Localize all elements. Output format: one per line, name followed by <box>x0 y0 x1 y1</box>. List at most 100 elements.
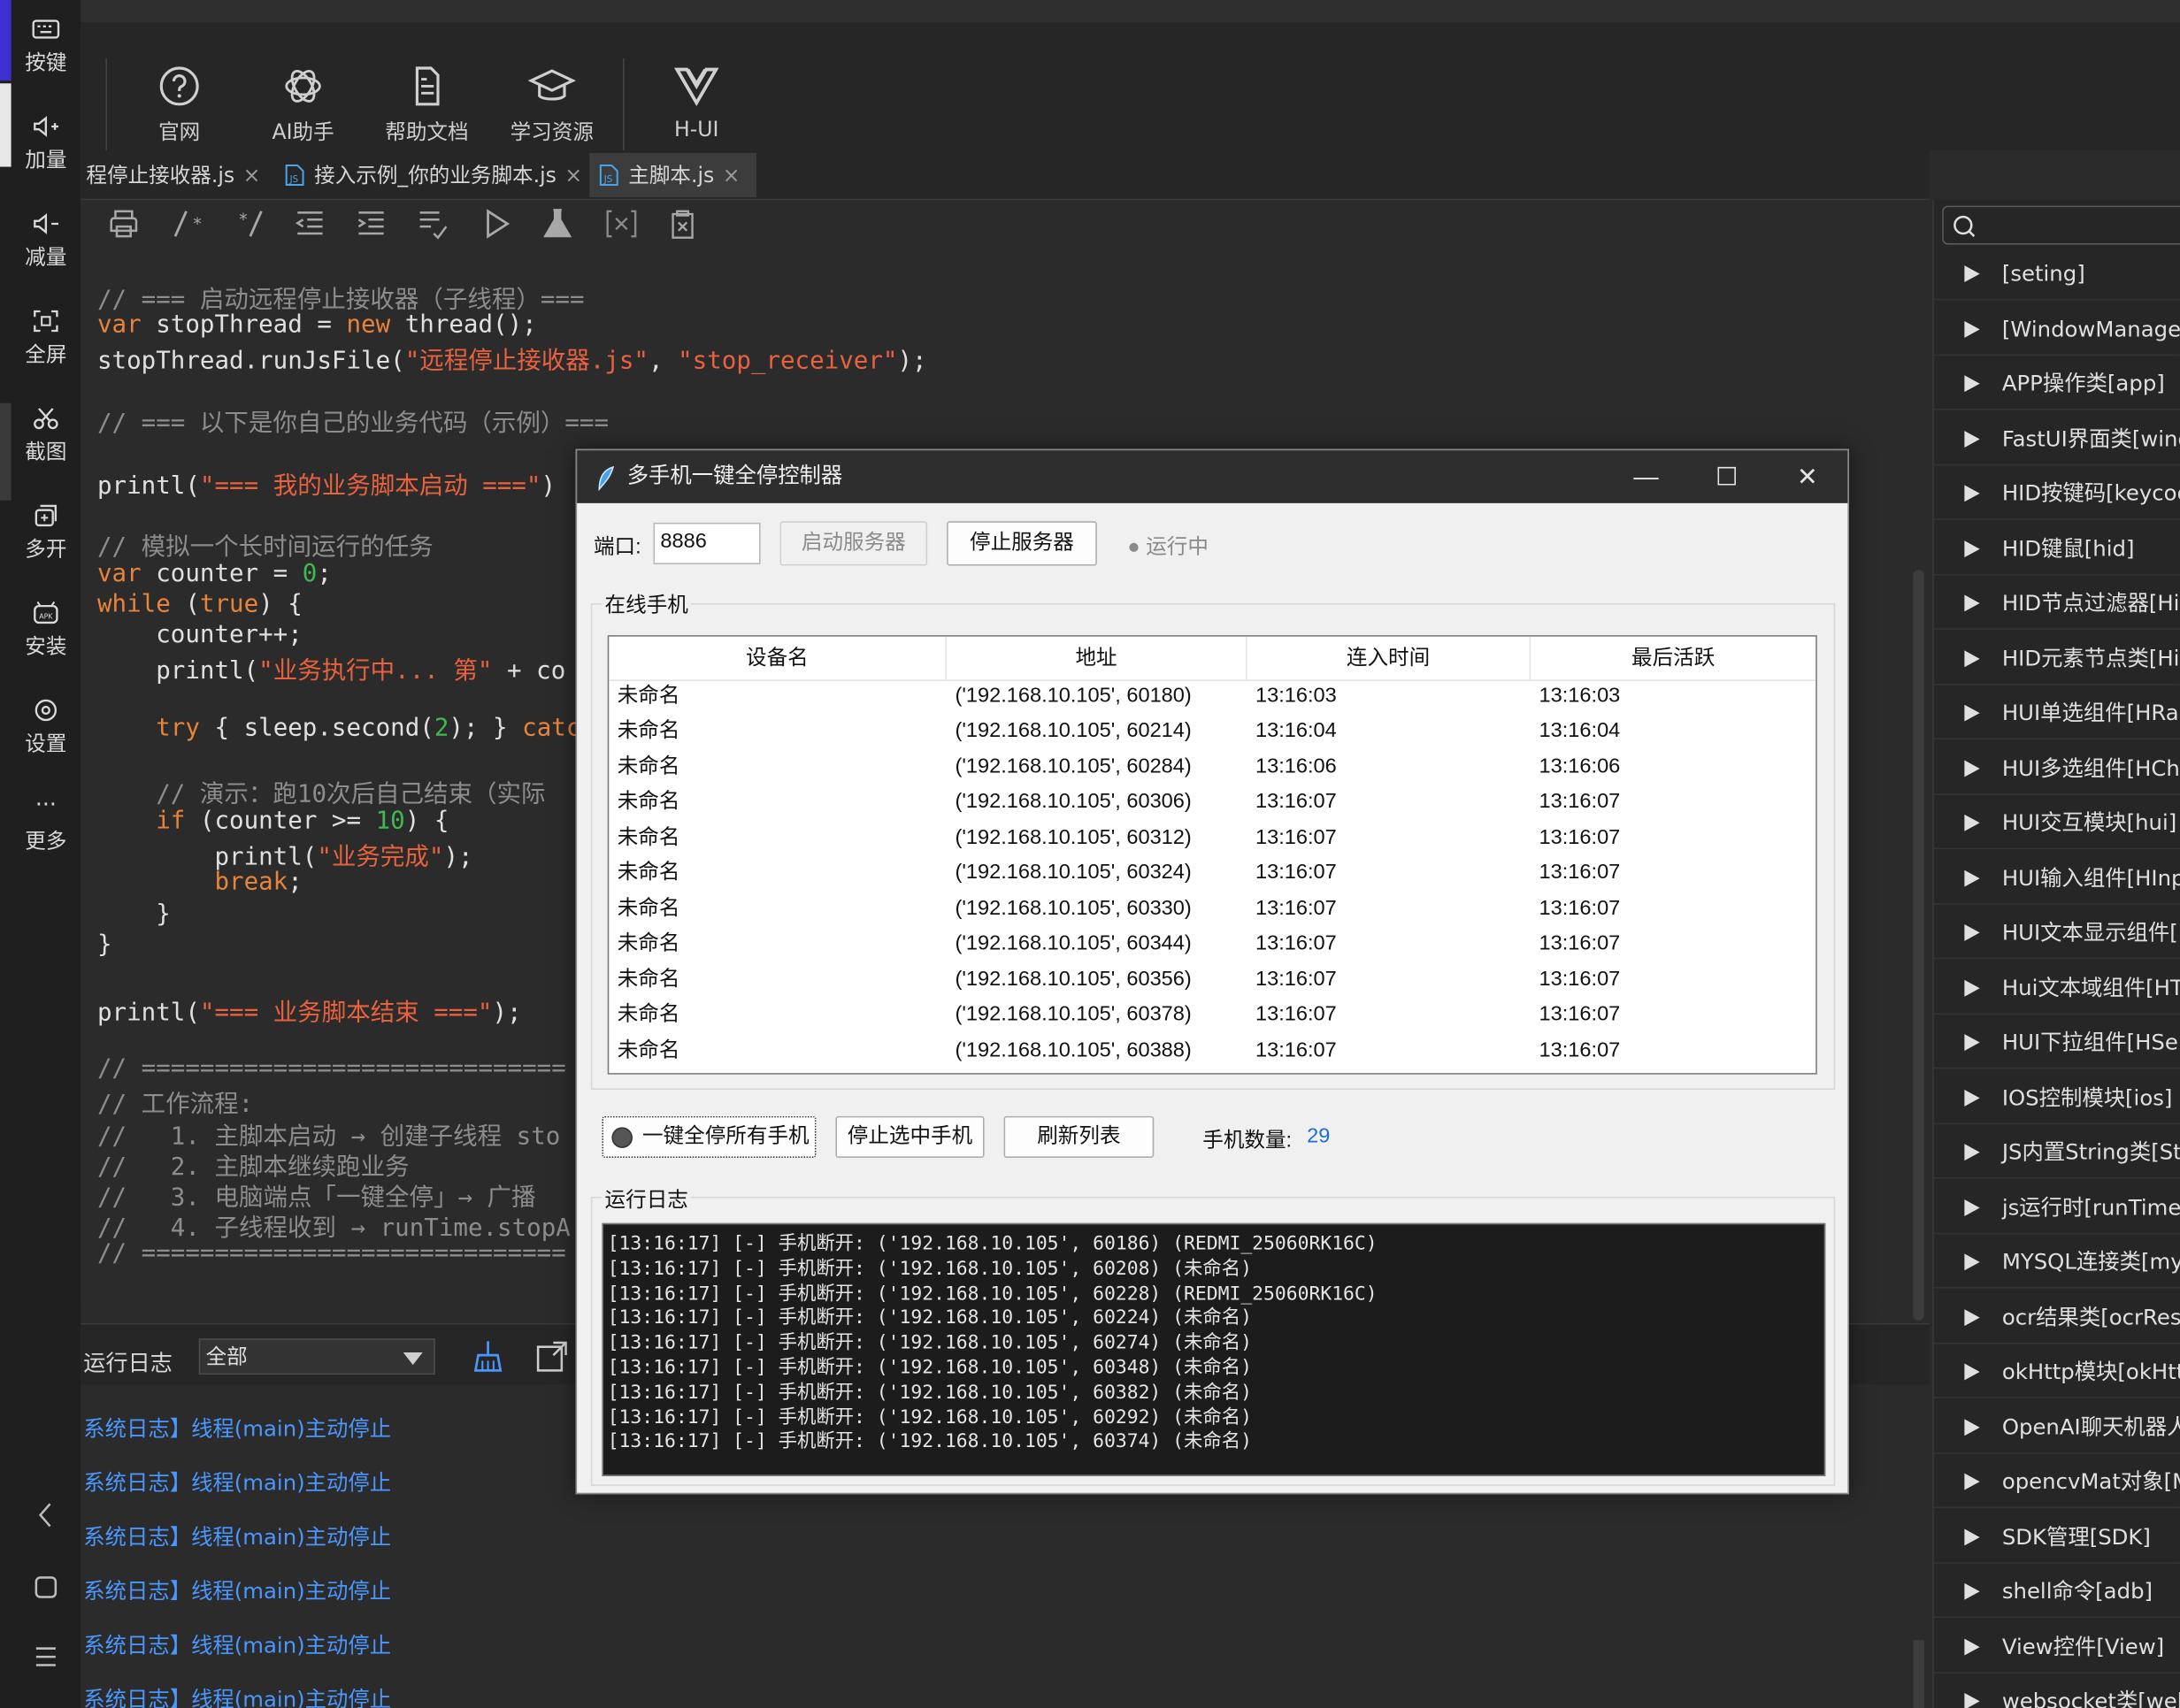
api-tree-item-label: Hui文本域组件[HTe <box>2001 975 2180 1000</box>
expand-triangle-icon <box>1964 759 1980 777</box>
flask-icon[interactable] <box>540 206 576 242</box>
help-docs-button[interactable]: 帮助文档 <box>381 64 473 146</box>
api-tree-item[interactable]: HUI输入组件[HInp <box>1933 851 2180 905</box>
ai-assistant-button[interactable]: AI助手 <box>265 64 342 146</box>
column-header[interactable]: 连入时间 <box>1247 636 1531 681</box>
api-tree-item[interactable]: View控件[View] <box>1933 1620 2180 1674</box>
rail-screenshot-button[interactable]: 截图 <box>12 406 81 492</box>
api-tree-item-label: websocket类[web <box>2001 1689 2180 1708</box>
api-tree-item[interactable]: HUI下拉组件[HSele <box>1933 1016 2180 1069</box>
rail-multi-open-button[interactable]: 多开 <box>12 503 81 589</box>
start-server-button[interactable]: 启动服务器 <box>779 521 928 566</box>
maximize-button[interactable]: ☐ <box>1686 450 1767 503</box>
image-export-icon[interactable] <box>533 1338 570 1375</box>
column-header[interactable]: 地址 <box>947 636 1247 681</box>
api-tree-item[interactable]: MYSQL连接类[mys <box>1933 1236 2180 1289</box>
log-line: 系统日志】线程(main)主动停止 <box>83 1470 392 1496</box>
nav-back-button[interactable] <box>12 1498 81 1539</box>
nav-home-button[interactable] <box>12 1571 81 1612</box>
table-row[interactable]: 未命名 ('192.168.10.105', 60344) 13:16:07 13:1… <box>609 926 1815 961</box>
table-row[interactable]: 未命名 ('192.168.10.105', 60356) 13:16:07 13:1… <box>609 961 1815 997</box>
api-tree-item[interactable]: opencvMat对象[M <box>1933 1455 2180 1508</box>
outdent-icon[interactable] <box>292 206 328 242</box>
stop-all-button[interactable]: 一键全停所有手机 <box>602 1115 817 1158</box>
api-tree-item-label: OpenAI聊天机器人 <box>2001 1413 2180 1440</box>
official-site-button[interactable]: 官网 <box>148 64 211 146</box>
close-icon[interactable]: × <box>243 163 261 188</box>
api-tree-item[interactable]: HUI单选组件[HRac <box>1933 686 2180 739</box>
tab-main-script[interactable]: JS 主脚本.js × <box>589 152 756 198</box>
h-ui-button[interactable]: H-UI <box>664 64 728 142</box>
console-line: [13:16:17] [-] 手机断开: ('192.168.10.105', … <box>607 1356 1252 1379</box>
broom-icon[interactable] <box>470 1338 506 1375</box>
table-row[interactable]: 未命名 ('192.168.10.105', 60378) 13:16:07 13:1… <box>609 997 1815 1032</box>
run-log-console[interactable]: [13:16:17] [-] 手机断开: ('192.168.10.105', … <box>602 1222 1826 1476</box>
clear-clipboard-icon[interactable] <box>664 206 701 242</box>
rail-volume-up-button[interactable]: 加量 <box>12 114 81 200</box>
api-tree-item[interactable]: Hui文本域组件[HTe <box>1933 961 2180 1015</box>
log-filter-select[interactable]: 全部 <box>198 1338 435 1375</box>
table-row[interactable]: 未命名 ('192.168.10.105', 60330) 13:16:07 13:1… <box>609 891 1815 926</box>
learning-resources-button[interactable]: 学习资源 <box>506 64 598 146</box>
refresh-list-button[interactable]: 刷新列表 <box>1003 1115 1155 1158</box>
port-input[interactable]: 8886 <box>653 522 761 564</box>
column-header[interactable]: 最后活跃 <box>1531 637 1816 681</box>
api-tree-item[interactable]: HID节点过滤器[Hic <box>1933 577 2180 630</box>
stop-server-button[interactable]: 停止服务器 <box>947 521 1097 566</box>
print-icon[interactable] <box>105 206 142 242</box>
rail-keyboard-button[interactable]: 按键 <box>12 17 81 103</box>
format-code-icon[interactable] <box>414 206 450 242</box>
close-icon[interactable]: × <box>564 163 582 188</box>
table-row[interactable]: 未命名 ('192.168.10.105', 60312) 13:16:07 13:1… <box>609 820 1815 855</box>
rail-fullscreen-button[interactable]: 全屏 <box>12 309 81 394</box>
table-row[interactable]: 未命名 ('192.168.10.105', 60284) 13:16:06 13:1… <box>609 749 1815 785</box>
tab-business-example[interactable]: JS 接入示例_你的业务脚本.js × <box>275 153 587 197</box>
api-tree-item[interactable]: js运行时[runTime] <box>1933 1181 2180 1234</box>
variable-icon[interactable] <box>603 206 640 242</box>
comment-end-icon[interactable]: * <box>234 206 270 242</box>
api-tree-item[interactable]: websocket类[web <box>1934 1675 2180 1708</box>
api-tree-item[interactable]: IOS控制模块[ios] <box>1933 1071 2180 1124</box>
api-search-input[interactable] <box>1942 205 2180 245</box>
api-tree-item[interactable]: shell命令[adb] <box>1933 1565 2180 1619</box>
api-tree-item[interactable]: HID元素节点类[Hic <box>1933 632 2180 685</box>
dialog-titlebar[interactable]: 多手机一键全停控制器 — ☐ ✕ <box>577 450 1848 503</box>
table-row[interactable]: 未命名 ('192.168.10.105', 60324) 13:16:07 13:1… <box>609 855 1815 891</box>
code-line: // 工作流程: <box>96 1091 254 1119</box>
nav-menu-button[interactable] <box>12 1640 81 1681</box>
comment-start-icon[interactable]: * <box>170 206 206 242</box>
api-tree-item[interactable]: OpenAI聊天机器人 <box>1933 1400 2180 1453</box>
api-tree-item[interactable]: HID键鼠[hid] <box>1933 522 2180 575</box>
run-icon[interactable] <box>479 206 515 242</box>
api-tree-item[interactable]: SDK管理[SDK] <box>1933 1510 2180 1564</box>
rail-settings-button[interactable]: 设置 <box>12 698 81 784</box>
table-row[interactable]: 未命名 ('192.168.10.105', 60388) 13:16:07 13:1… <box>609 1032 1815 1068</box>
editor-scrollbar[interactable] <box>1913 570 1924 1321</box>
api-tree-item[interactable]: HUI文本显示组件[H <box>1933 907 2180 960</box>
log-scrollbar[interactable] <box>1913 1640 1924 1708</box>
close-icon[interactable]: × <box>723 163 741 188</box>
rail-more-button[interactable]: ··· 更多 <box>12 793 81 881</box>
rail-volume-down-button[interactable]: 减量 <box>12 211 81 297</box>
api-tree-item[interactable]: HID按键码[keycod <box>1933 467 2180 520</box>
api-tree-item[interactable]: APP操作类[app] <box>1933 357 2180 410</box>
tab-stop-receiver[interactable]: 程停止接收器.js × <box>81 153 266 197</box>
table-row[interactable]: 未命名 ('192.168.10.105', 60180) 13:16:03 13:1… <box>609 678 1815 714</box>
api-tree-item[interactable]: HUI交互模块[hui] <box>1933 796 2180 850</box>
table-row[interactable]: 未命名 ('192.168.10.105', 60214) 13:16:04 13:1… <box>609 714 1815 749</box>
api-tree-item[interactable]: ocr结果类[ocrResu <box>1933 1291 2180 1344</box>
stop-selected-button[interactable]: 停止选中手机 <box>835 1115 985 1158</box>
api-tree-item[interactable]: JS内置String类[Str <box>1933 1126 2180 1179</box>
api-tree-item[interactable]: FastUI界面类[wind <box>1933 412 2180 465</box>
api-tree-item[interactable]: okHttp模块[okHttp <box>1933 1345 2180 1398</box>
column-header[interactable]: 设备名 <box>609 636 948 681</box>
minimize-button[interactable]: — <box>1606 450 1686 503</box>
api-tree-item[interactable]: [seting] <box>1933 248 2180 301</box>
phones-table[interactable]: 设备名 地址 连入时间 最后活跃 未命名 ('192.168.10.105', 6… <box>607 635 1817 1075</box>
api-tree-item[interactable]: HUI多选组件[HChe <box>1933 741 2180 795</box>
close-button[interactable]: ✕ <box>1767 450 1847 503</box>
table-row[interactable]: 未命名 ('192.168.10.105', 60306) 13:16:07 13:1… <box>609 785 1815 820</box>
api-tree-item[interactable]: [WindowManager <box>1933 303 2180 356</box>
indent-icon[interactable] <box>353 206 389 242</box>
rail-install-button[interactable]: APK 安装 <box>12 601 81 686</box>
